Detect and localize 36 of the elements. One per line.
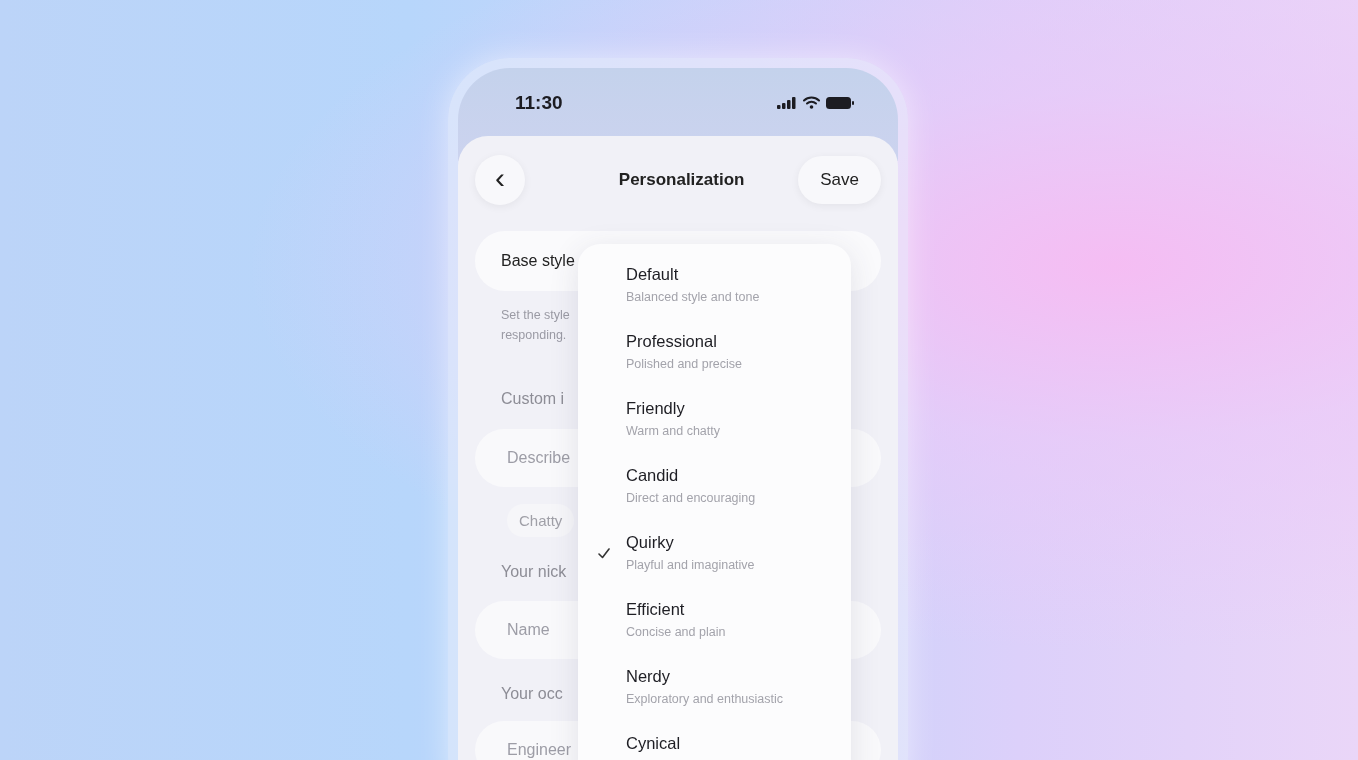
option-title: Professional: [626, 331, 718, 352]
description-text: responding.: [501, 327, 567, 344]
section-label: Custom i: [501, 389, 565, 409]
option-title: Quirky: [626, 532, 675, 553]
option-description: Playful and imaginative: [626, 557, 755, 574]
section-label: Your nick: [501, 562, 567, 582]
section-label: Your occ: [501, 684, 563, 704]
menu-item[interactable]: Quirky Playful and imaginative: [578, 531, 851, 598]
option-title: Candid: [626, 465, 680, 486]
option-title: Default: [626, 264, 680, 285]
back-button[interactable]: ‹: [475, 155, 525, 205]
wifi-icon: [803, 96, 820, 109]
option-description: Direct and encouraging: [626, 490, 756, 507]
menu-item[interactable]: Default Balanced style and tone: [578, 263, 851, 330]
menu-item[interactable]: Nerdy Exploratory and enthusiastic: [578, 665, 851, 732]
option-title: Nerdy: [626, 666, 671, 687]
option-description: Balanced style and tone: [626, 289, 760, 306]
screen-title: Personalization: [618, 170, 745, 190]
menu-item[interactable]: Friendly Warm and chatty: [578, 397, 851, 464]
menu-item[interactable]: Professional Polished and precise: [578, 330, 851, 397]
option-title: Friendly: [626, 398, 686, 419]
menu-item[interactable]: Candid Direct and encouraging: [578, 464, 851, 531]
option-description: Exploratory and enthusiastic: [626, 691, 784, 708]
row-label: Base style: [501, 252, 575, 270]
option-description: Concise and plain: [626, 624, 726, 641]
status-time: 11:30: [515, 91, 563, 114]
option-title: Cynical: [626, 733, 681, 754]
option-description: Polished and precise: [626, 356, 743, 373]
description-text: Set the style: [501, 307, 570, 324]
menu-item[interactable]: Cynical: [578, 732, 851, 760]
save-button[interactable]: Save: [798, 156, 881, 204]
signal-icon: [777, 96, 797, 109]
option-description: Warm and chatty: [626, 423, 720, 440]
battery-icon: [826, 96, 854, 109]
option-title: Efficient: [626, 599, 686, 620]
menu-item[interactable]: Efficient Concise and plain: [578, 598, 851, 665]
